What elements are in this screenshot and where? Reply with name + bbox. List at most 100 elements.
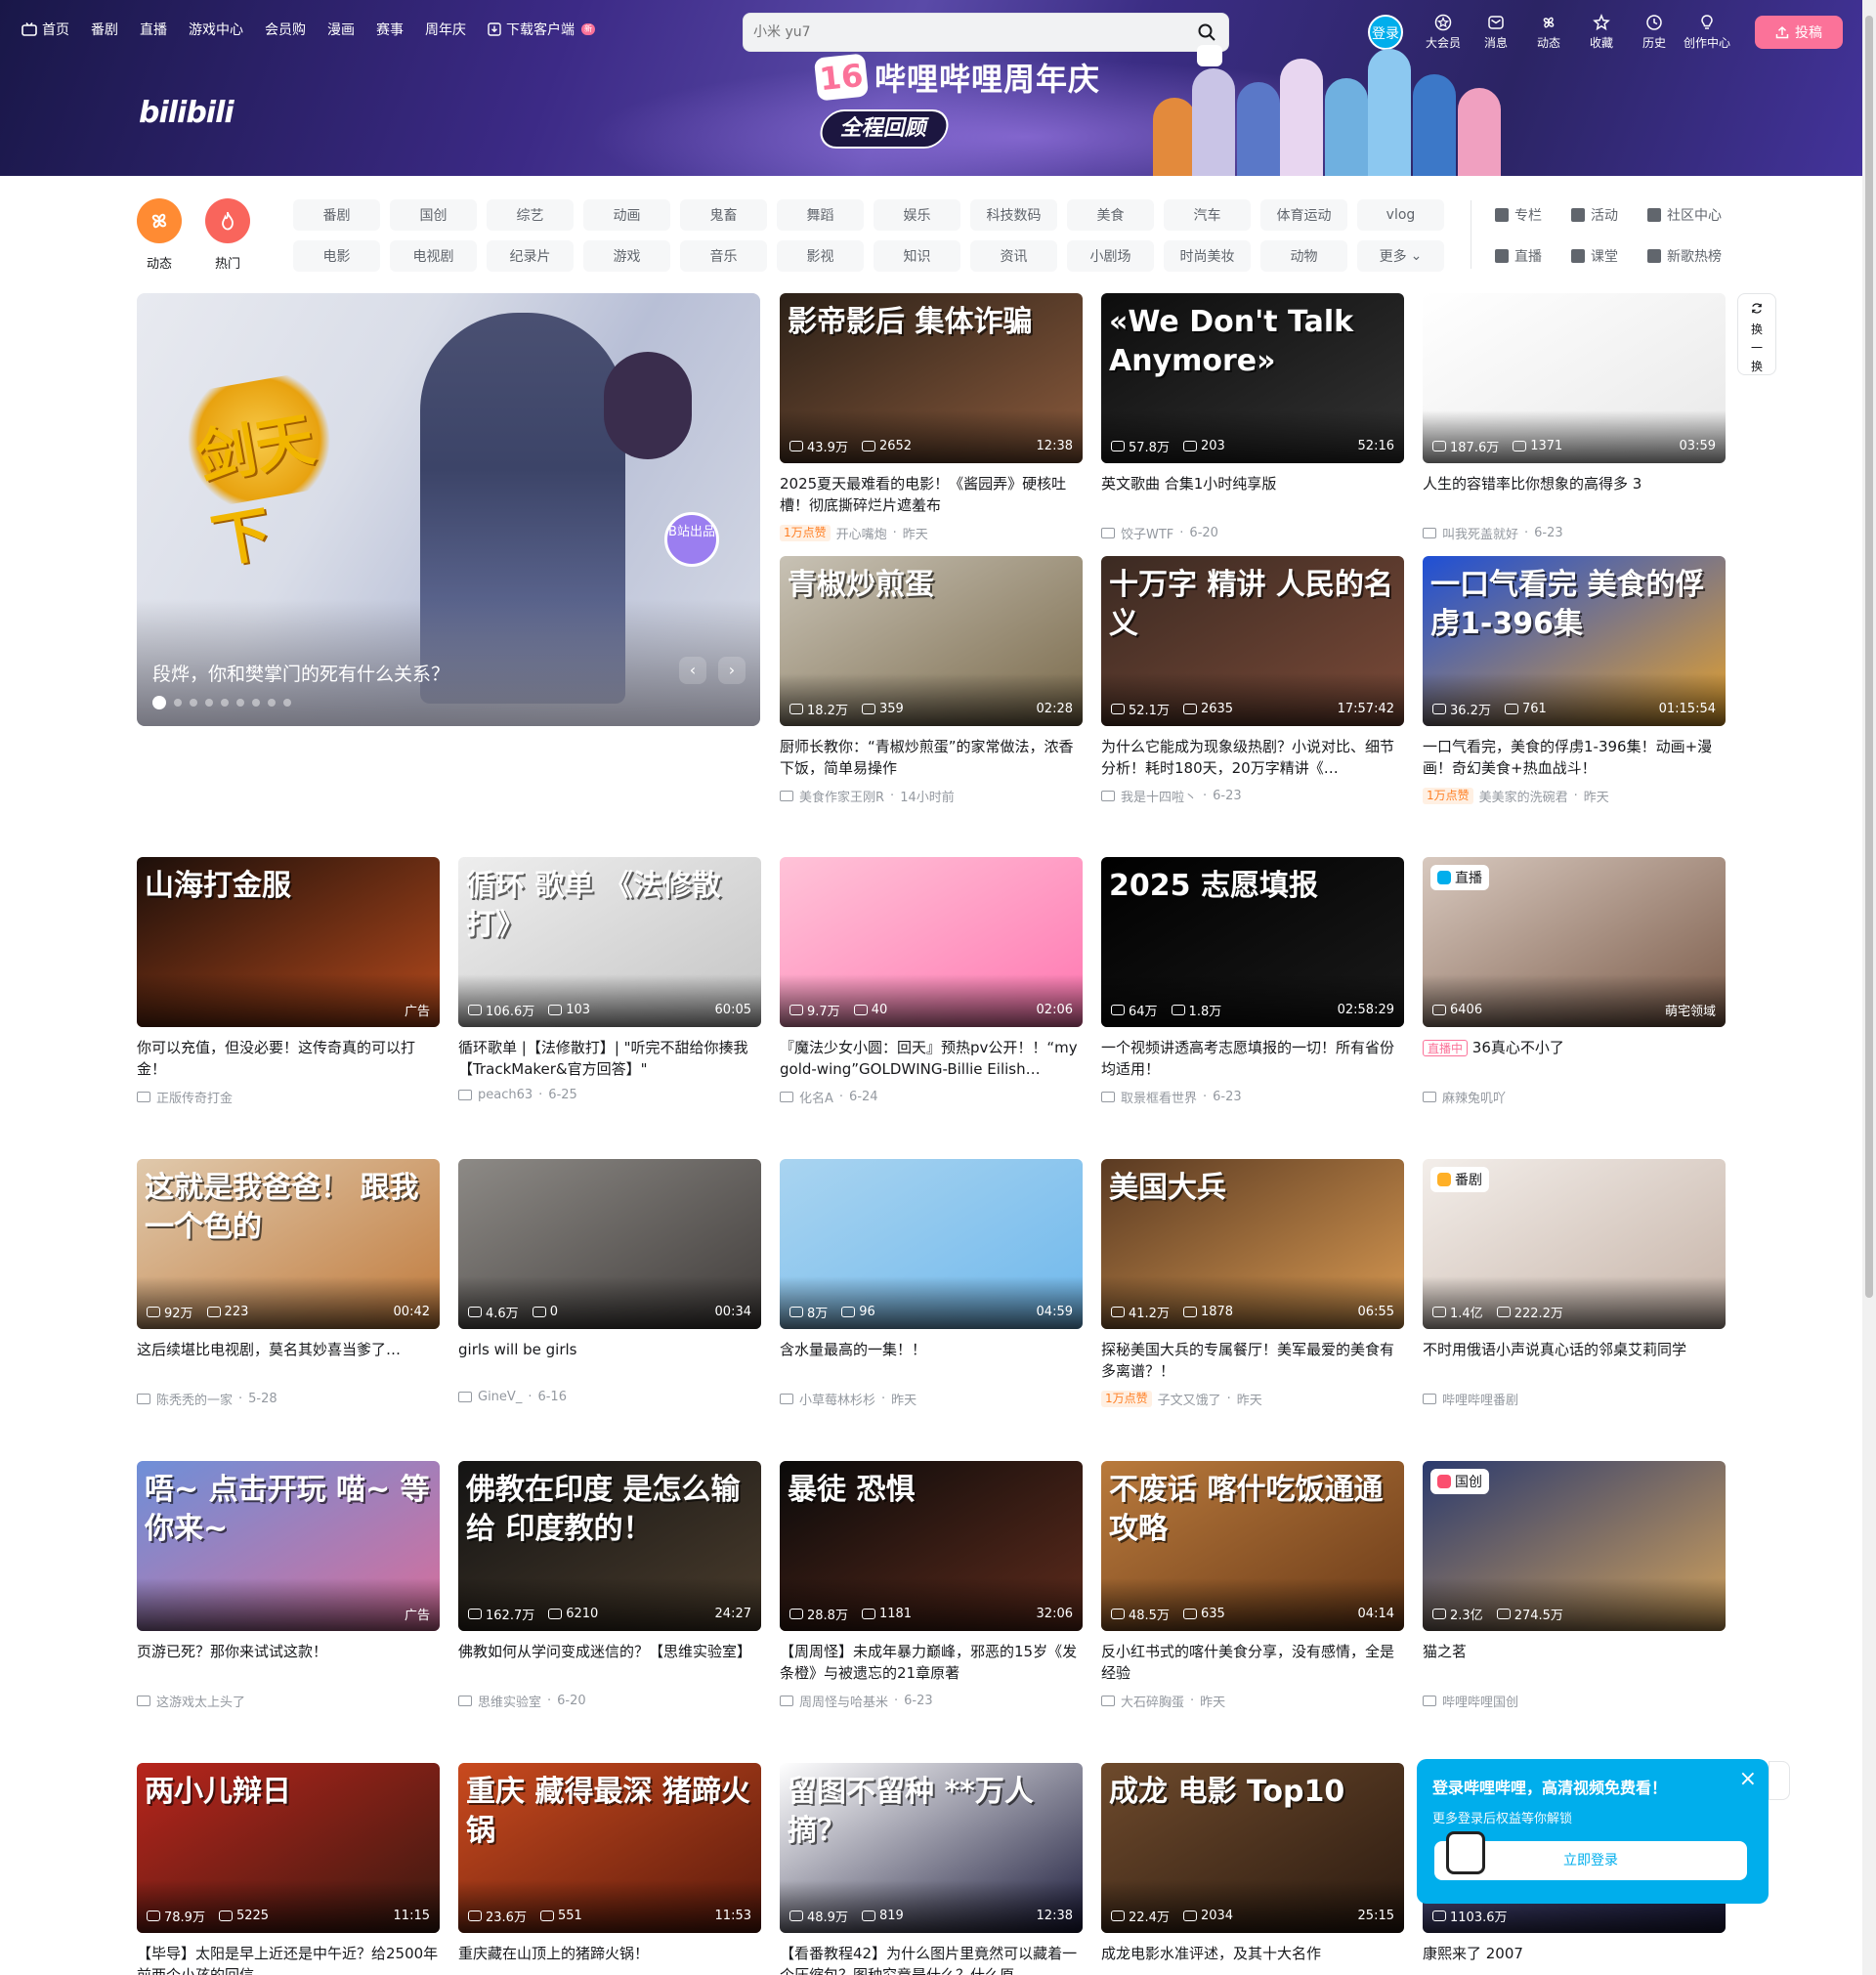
- video-thumbnail[interactable]: 一口气看完 美食的俘虏1-396集 36.2万 761 01:15:54: [1423, 556, 1726, 726]
- channel-0[interactable]: 番剧: [293, 199, 380, 231]
- video-title[interactable]: 循环歌单 |【法修散打】| "听完不甜给你揍我【TrackMaker&官方回答】…: [458, 1037, 761, 1080]
- quick-dynamic[interactable]: 动态: [137, 198, 182, 272]
- video-thumbnail[interactable]: 山海打金服 广告: [137, 857, 440, 1027]
- video-card[interactable]: 重庆 藏得最深 猪蹄火锅 23.6万 551 11:53 重庆藏在山顶上的猪蹄火锅！: [458, 1763, 761, 1975]
- carousel-title[interactable]: 段烨，你和樊掌门的死有什么关系？: [152, 660, 449, 686]
- video-card[interactable]: 8万 96 04:59 含水量最高的一集！！ 小草莓林杉杉 · 昨天: [780, 1159, 1083, 1408]
- video-card[interactable]: 留图不留种 **万人摘？ 48.9万 819 12:38 【看番教程42】为什么图片里竟…: [780, 1763, 1083, 1975]
- carousel-dot[interactable]: [152, 696, 166, 709]
- video-thumbnail[interactable]: 循环 歌单 《法修散打》 106.6万 103 60:05: [458, 857, 761, 1027]
- video-thumbnail[interactable]: 两小儿辩日 78.9万 5225 11:15: [137, 1763, 440, 1933]
- nav-download-client[interactable]: 下载客户端 新: [488, 20, 595, 39]
- carousel-next-button[interactable]: ›: [718, 657, 746, 684]
- video-thumbnail[interactable]: 这就是我爸爸！ 跟我一个色的 92万 223 00:42: [137, 1159, 440, 1329]
- video-title[interactable]: 厨师长教你：“青椒炒煎蛋”的家常做法，浓香下饭，简单易操作: [780, 736, 1083, 779]
- video-thumbnail[interactable]: 不废话 喀什吃饭通通攻略 48.5万 635 04:14: [1101, 1461, 1404, 1631]
- video-title[interactable]: 康熙来了 2007: [1423, 1943, 1726, 1975]
- video-title[interactable]: 页游已死？那你来试试这款！: [137, 1641, 440, 1684]
- video-card[interactable]: 番剧 1.4亿 222.2万 不时用俄语小声说真心话的邻桌艾莉同学 哔哩哔哩番剧: [1423, 1159, 1726, 1408]
- uploader-name[interactable]: 麻辣兔叽吖: [1442, 1088, 1506, 1106]
- uploader-name[interactable]: 开心嘴炮: [836, 524, 887, 542]
- channel-15[interactable]: 游戏: [583, 240, 670, 272]
- video-thumbnail[interactable]: 美国大兵 41.2万 1878 06:55: [1101, 1159, 1404, 1329]
- extra-link-1[interactable]: 活动: [1571, 199, 1647, 231]
- video-card[interactable]: 两小儿辩日 78.9万 5225 11:15 【毕导】太阳是早上近还是中午近？给2500…: [137, 1763, 440, 1975]
- channel-5[interactable]: 舞蹈: [777, 199, 864, 231]
- extra-link-4[interactable]: 课堂: [1571, 240, 1647, 272]
- refresh-button[interactable]: 换 一 换: [1737, 293, 1776, 375]
- uploader-name[interactable]: 我是十四啦丶: [1121, 787, 1197, 805]
- carousel-prev-button[interactable]: ‹: [679, 657, 706, 684]
- nav-history[interactable]: 历史: [1628, 14, 1681, 51]
- nav-bangumi[interactable]: 番剧: [91, 20, 118, 39]
- video-title[interactable]: 含水量最高的一集！！: [780, 1339, 1083, 1382]
- video-title[interactable]: 成龙电影水准评述，及其十大名作: [1101, 1943, 1404, 1975]
- video-card[interactable]: 187.6万 1371 03:59 人生的容错率比你想象的高得多 3 叫我死盖就好 · 6-…: [1423, 293, 1726, 542]
- uploader-name[interactable]: 叫我死盖就好: [1442, 524, 1518, 542]
- video-title[interactable]: 『魔法少女小圆：回天』预热pv公开！！“my gold-wing”GOLDWIN…: [780, 1037, 1083, 1080]
- video-thumbnail[interactable]: 番剧 1.4亿 222.2万: [1423, 1159, 1726, 1329]
- video-title[interactable]: 探秘美国大兵的专属餐厅！美军最爱的美食有多离谱？！: [1101, 1339, 1404, 1382]
- channel-23[interactable]: 更多 ⌄: [1357, 240, 1444, 272]
- quick-hot[interactable]: 热门: [205, 198, 250, 272]
- anniversary-recap[interactable]: 全程回顾: [816, 109, 953, 149]
- channel-9[interactable]: 汽车: [1164, 199, 1251, 231]
- video-thumbnail[interactable]: 十万字 精讲 人民的名义 52.1万 2635 17:57:42: [1101, 556, 1404, 726]
- video-thumbnail[interactable]: 8万 96 04:59: [780, 1159, 1083, 1329]
- video-thumbnail[interactable]: 9.7万 40 02:06: [780, 857, 1083, 1027]
- channel-12[interactable]: 电影: [293, 240, 380, 272]
- video-title[interactable]: 一个视频讲透高考志愿填报的一切！所有省份均适用！: [1101, 1037, 1404, 1080]
- video-title[interactable]: 反小红书式的喀什美食分享，没有感情，全是经验: [1101, 1641, 1404, 1684]
- video-title[interactable]: 这后续堪比电视剧，莫名其妙喜当爹了…: [137, 1339, 440, 1382]
- carousel-dot[interactable]: [236, 699, 244, 707]
- nav-live[interactable]: 直播: [140, 20, 167, 39]
- channel-17[interactable]: 影视: [777, 240, 864, 272]
- video-thumbnail[interactable]: 4.6万 0 00:34: [458, 1159, 761, 1329]
- video-card[interactable]: «We Don't Talk Anymore» 57.8万 203 52:16 英文歌曲…: [1101, 293, 1404, 542]
- video-thumbnail[interactable]: 佛教在印度 是怎么输给 印度教的！ 162.7万 6210 24:27: [458, 1461, 761, 1631]
- video-title[interactable]: 人生的容错率比你想象的高得多 3: [1423, 473, 1726, 516]
- uploader-name[interactable]: GineV_: [478, 1390, 522, 1404]
- channel-11[interactable]: vlog: [1357, 199, 1444, 231]
- channel-18[interactable]: 知识: [874, 240, 960, 272]
- channel-6[interactable]: 娱乐: [874, 199, 960, 231]
- channel-2[interactable]: 综艺: [487, 199, 574, 231]
- channel-1[interactable]: 国创: [390, 199, 477, 231]
- uploader-name[interactable]: 正版传奇打金: [156, 1088, 233, 1106]
- uploader-name[interactable]: 周周怪与哈基米: [799, 1692, 888, 1710]
- video-thumbnail[interactable]: 留图不留种 **万人摘？ 48.9万 819 12:38: [780, 1763, 1083, 1933]
- video-title[interactable]: 英文歌曲 合集1小时纯享版: [1101, 473, 1404, 516]
- video-card[interactable]: 山海打金服 广告你可以充值，但没必要！这传奇真的可以打金！ 正版传奇打金: [137, 857, 440, 1106]
- channel-4[interactable]: 鬼畜: [680, 199, 767, 231]
- video-title[interactable]: girls will be girls: [458, 1339, 761, 1382]
- side-float-button[interactable]: [1769, 1761, 1790, 1800]
- uploader-name[interactable]: 美美家的洗碗君: [1479, 787, 1568, 805]
- channel-20[interactable]: 小剧场: [1067, 240, 1154, 272]
- video-thumbnail[interactable]: «We Don't Talk Anymore» 57.8万 203 52:16: [1101, 293, 1404, 463]
- video-thumbnail[interactable]: 直播 6406 萌宅领域: [1423, 857, 1726, 1027]
- video-title[interactable]: 【看番教程42】为什么图片里竟然可以藏着一个压缩包？图种究竟是什么？什么原…: [780, 1943, 1083, 1975]
- video-thumbnail[interactable]: 唔~ 点击开玩 喵~ 等你来~ 广告: [137, 1461, 440, 1631]
- video-title[interactable]: 不时用俄语小声说真心话的邻桌艾莉同学: [1423, 1339, 1726, 1382]
- video-thumbnail[interactable]: 影帝影后 集体诈骗 43.9万 2652 12:38: [780, 293, 1083, 463]
- channel-21[interactable]: 时尚美妆: [1164, 240, 1251, 272]
- nav-game-center[interactable]: 游戏中心: [189, 20, 243, 39]
- uploader-name[interactable]: 子文又饿了: [1158, 1390, 1221, 1408]
- video-card[interactable]: 唔~ 点击开玩 喵~ 等你来~ 广告 页游已死？那你来试试这款！ 这游戏太上头了: [137, 1461, 440, 1710]
- scrollbar-thumb[interactable]: [1865, 16, 1873, 1298]
- video-card[interactable]: 暴徒 恐惧 28.8万 1181 32:06 【周周怪】未成年暴力巅峰，邪恶的15岁《发…: [780, 1461, 1083, 1710]
- extra-link-5[interactable]: 新歌热榜: [1647, 240, 1745, 272]
- video-title[interactable]: 2025夏天最难看的电影！《酱园弄》硬核吐槽！彻底撕碎烂片遮羞布: [780, 473, 1083, 516]
- carousel-dot[interactable]: [205, 699, 213, 707]
- video-title[interactable]: 【毕导】太阳是早上近还是中午近？给2500年前两个小孩的回信: [137, 1943, 440, 1975]
- video-thumbnail[interactable]: 重庆 藏得最深 猪蹄火锅 23.6万 551 11:53: [458, 1763, 761, 1933]
- video-title[interactable]: 你可以充值，但没必要！这传奇真的可以打金！: [137, 1037, 440, 1080]
- video-card[interactable]: 青椒炒煎蛋 18.2万 359 02:28 厨师长教你：“青椒炒煎蛋”的家常做法，浓香下…: [780, 556, 1083, 805]
- extra-link-2[interactable]: 社区中心: [1647, 199, 1745, 231]
- featured-carousel[interactable]: 剑天下 B站出品 段烨，你和樊掌门的死有什么关系？ ‹ ›: [137, 293, 760, 726]
- carousel-dot[interactable]: [252, 699, 260, 707]
- scrollbar[interactable]: [1862, 0, 1876, 1975]
- carousel-dot[interactable]: [221, 699, 229, 707]
- uploader-name[interactable]: 化名A: [799, 1088, 833, 1106]
- nav-match[interactable]: 赛事: [376, 20, 404, 39]
